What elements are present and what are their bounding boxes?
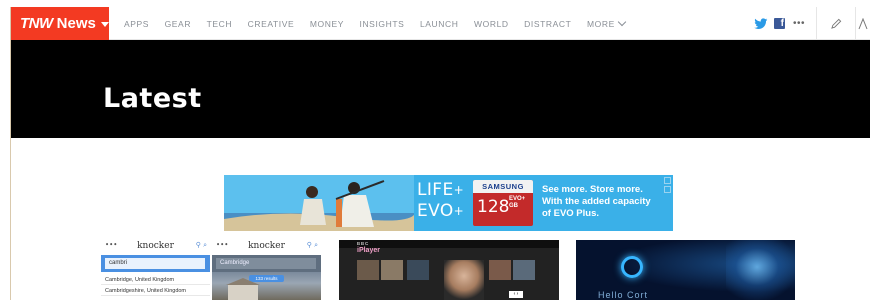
- article-card-iplayer[interactable]: BBC iPlayer ‹ ›: [339, 240, 559, 300]
- ad-copy-line: See more. Store more.: [542, 184, 643, 195]
- list-item: Cambridge, United Kingdom: [101, 274, 210, 285]
- ad-card-brand: SAMSUNG: [473, 180, 533, 193]
- ad-card-model: EVO+ GB: [509, 196, 525, 210]
- app-header: ••• knocker ⚲ ⌕: [212, 238, 321, 253]
- ad-info-icon[interactable]: [664, 177, 671, 184]
- app-search-value: cambri: [105, 258, 205, 269]
- iplayer-logo: iPlayer: [357, 247, 380, 254]
- ad-headline: LIFE+ EVO+: [417, 180, 464, 222]
- facebook-icon[interactable]: f: [773, 18, 785, 29]
- app-results-list: Cambridge, United Kingdom Cambridgeshire…: [101, 274, 210, 296]
- sd-card-graphic: SAMSUNG 128 EVO+ GB: [473, 180, 533, 226]
- tnw-news-logo[interactable]: TNW News: [11, 7, 109, 40]
- twitter-icon[interactable]: [754, 17, 768, 30]
- nav-item-launch[interactable]: LAUNCH: [420, 19, 459, 29]
- nav-item-insights[interactable]: INSIGHTS: [359, 19, 404, 29]
- pencil-icon: [830, 18, 841, 29]
- ad-close-icon[interactable]: [664, 186, 671, 193]
- app-name: knocker: [248, 240, 285, 251]
- article-card-knocker[interactable]: ••• knocker ⚲ ⌕ cambri Cambridge, United…: [101, 238, 322, 300]
- search-icon: ⚲ ⌕: [195, 241, 207, 249]
- ad-copy-line: With the added capacity: [542, 196, 651, 207]
- hologram-face: [726, 240, 795, 300]
- iplayer-tile: [381, 260, 403, 280]
- ad-copy: See more. Store more. With the added cap…: [542, 184, 651, 220]
- samsung-evo-ad[interactable]: LIFE+ EVO+ SAMSUNG 128 EVO+ GB See more.…: [224, 175, 673, 231]
- iplayer-tile: [489, 260, 511, 280]
- ad-people-photo: [224, 175, 414, 231]
- list-item: Cambridgeshire, United Kingdom: [101, 285, 210, 296]
- logo-mark: TNW: [20, 15, 53, 32]
- write-button[interactable]: [817, 7, 855, 40]
- ad-evo-word: EVO: [417, 201, 454, 221]
- app-search-value: Cambridge: [216, 258, 316, 269]
- ad-card-size: 128: [477, 197, 510, 217]
- nav-more-label: MORE: [586, 18, 615, 29]
- nav-item-gear[interactable]: GEAR: [165, 19, 192, 29]
- menu-dots-icon: •••: [216, 241, 229, 249]
- page-title: Latest: [103, 83, 202, 114]
- nav-item-tech[interactable]: TECH: [207, 19, 233, 29]
- app-search-bar: cambri: [101, 255, 210, 272]
- nav-item-distract[interactable]: DISTRACT: [524, 19, 571, 29]
- section-nav: APPS GEAR TECH CREATIVE MONEY INSIGHTS L…: [124, 7, 640, 40]
- article-card-cortana[interactable]: Hello Cort: [576, 240, 795, 300]
- nav-actions: f •••: [754, 7, 870, 40]
- ad-card-model-name: EVO+: [509, 196, 526, 202]
- menu-dots-icon: •••: [105, 241, 118, 249]
- nav-item-world[interactable]: WORLD: [474, 19, 509, 29]
- nav-item-creative[interactable]: CREATIVE: [248, 19, 295, 29]
- logo-text: News: [56, 15, 96, 32]
- top-navbar: TNW News APPS GEAR TECH CREATIVE MONEY I…: [11, 7, 870, 40]
- nav-item-money[interactable]: MONEY: [310, 19, 344, 29]
- chevron-down-icon: [100, 22, 109, 27]
- bbc-logo: BBC: [357, 241, 370, 246]
- nav-item-apps[interactable]: APPS: [124, 19, 149, 29]
- app-name: knocker: [137, 240, 174, 251]
- ad-plus: +: [453, 183, 465, 197]
- cortana-ring-icon: [621, 256, 643, 278]
- chevron-down-icon: [617, 17, 627, 27]
- ad-controls: [664, 177, 671, 193]
- ad-card-unit: GB: [509, 203, 518, 209]
- app-search-bar: Cambridge: [212, 255, 321, 272]
- phone-screenshot-left: ••• knocker ⚲ ⌕ cambri Cambridge, United…: [101, 238, 210, 300]
- card-overlay-text: Hello Cort: [598, 290, 649, 300]
- iplayer-tile: [407, 260, 429, 280]
- more-dots-icon[interactable]: •••: [793, 18, 805, 29]
- ad-copy-line: of EVO Plus.: [542, 208, 600, 219]
- iplayer-tile: [357, 260, 379, 280]
- iplayer-tile: [513, 260, 535, 280]
- carousel-arrows-icon[interactable]: ‹ ›: [509, 291, 523, 298]
- ad-plus: +: [453, 204, 465, 218]
- nav-item-more[interactable]: MORE: [586, 17, 627, 29]
- user-icon: [858, 17, 868, 29]
- hero-banner: Latest: [11, 40, 870, 138]
- page: { "brand": { "logo_mark": "TNW", "logo_t…: [0, 0, 870, 300]
- search-icon: ⚲ ⌕: [306, 241, 318, 249]
- app-header: ••• knocker ⚲ ⌕: [101, 238, 210, 253]
- ad-life-word: LIFE: [417, 180, 454, 200]
- house-image: [226, 278, 260, 300]
- phone-screenshot-right: ••• knocker ⚲ ⌕ Cambridge 133 results: [212, 238, 321, 300]
- presenter-photo: [444, 260, 484, 300]
- account-button[interactable]: [856, 7, 870, 40]
